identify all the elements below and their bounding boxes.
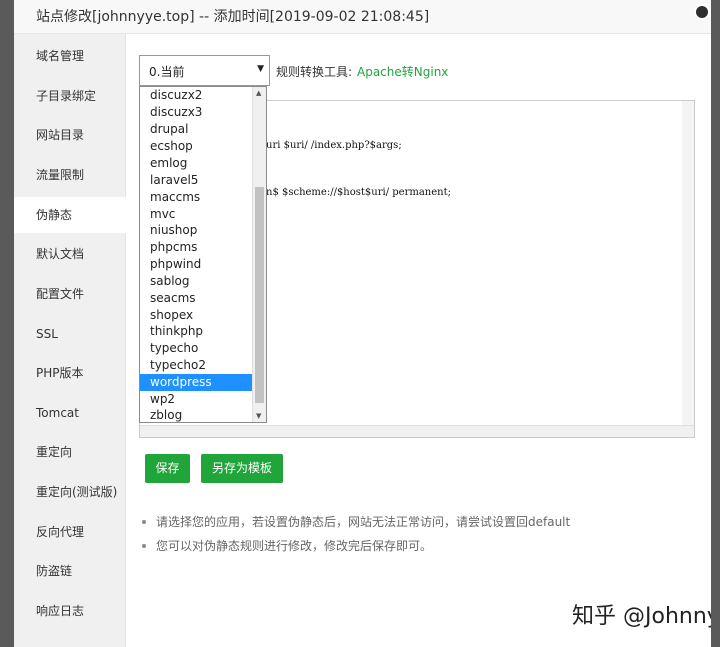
editor-horizontal-scrollbar[interactable]: [140, 425, 694, 437]
sidebar-item-default-doc[interactable]: 默认文档: [14, 236, 125, 272]
dropdown-option[interactable]: discuzx3: [140, 104, 253, 121]
dropdown-option[interactable]: laravel5: [140, 172, 253, 189]
scroll-down-icon[interactable]: ▼: [256, 412, 261, 420]
close-icon[interactable]: [694, 4, 710, 20]
dropdown-option[interactable]: thinkphp: [140, 323, 253, 340]
dropdown-scrollbar[interactable]: ▲ ▼: [252, 87, 266, 422]
bullet-icon: [142, 543, 146, 548]
dropdown-option[interactable]: niushop: [140, 222, 253, 239]
dropdown-option[interactable]: drupal: [140, 121, 253, 138]
sidebar-item-traffic-limit[interactable]: 流量限制: [14, 157, 125, 193]
sidebar-item-domain[interactable]: 域名管理: [14, 38, 125, 74]
apache-to-nginx-link[interactable]: Apache转Nginx: [357, 63, 448, 80]
save-as-template-button[interactable]: 另存为模板: [201, 454, 283, 483]
dropdown-option[interactable]: sablog: [140, 273, 253, 290]
rewrite-options-dropdown[interactable]: discuzx2 discuzx3 drupal ecshop emlog la…: [139, 86, 267, 423]
dropdown-option[interactable]: mvc: [140, 206, 253, 223]
convert-tool-label: 规则转换工具:: [276, 65, 353, 79]
select-value: 0.当前: [149, 65, 185, 79]
sidebar-item-config[interactable]: 配置文件: [14, 276, 125, 312]
dropdown-option[interactable]: ecshop: [140, 138, 253, 155]
dropdown-option[interactable]: seacms: [140, 290, 253, 307]
sidebar: 域名管理 子目录绑定 网站目录 流量限制 伪静态 默认文档 配置文件 SSL P…: [14, 34, 126, 647]
tip-item: 您可以对伪静态规则进行修改，修改完后保存即可。: [142, 537, 432, 554]
dialog-titlebar: 站点修改[johnnyye.top] -- 添加时间[2019-09-02 21…: [14, 0, 711, 34]
sidebar-item-php[interactable]: PHP版本: [14, 355, 125, 391]
tip-text: 请选择您的应用，若设置伪静态后，网站无法正常访问，请尝试设置回default: [156, 515, 571, 529]
editor-line: uri $uri/ /index.php?$args;: [266, 140, 402, 151]
dropdown-option[interactable]: emlog: [140, 155, 253, 172]
tip-item: 请选择您的应用，若设置伪静态后，网站无法正常访问，请尝试设置回default: [142, 513, 570, 530]
sidebar-item-subdir[interactable]: 子目录绑定: [14, 78, 125, 114]
watermark-text: 知乎 @Johnny: [572, 604, 711, 629]
dropdown-option[interactable]: phpwind: [140, 256, 253, 273]
dialog-title: 站点修改[johnnyye.top] -- 添加时间[2019-09-02 21…: [36, 9, 430, 25]
dropdown-option[interactable]: phpcms: [140, 239, 253, 256]
editor-line: n$ $scheme://$host$uri/ permanent;: [266, 187, 451, 198]
dropdown-option[interactable]: typecho2: [140, 357, 253, 374]
dropdown-option[interactable]: shopex: [140, 307, 253, 324]
site-edit-dialog: 站点修改[johnnyye.top] -- 添加时间[2019-09-02 21…: [14, 0, 711, 647]
save-button[interactable]: 保存: [145, 454, 190, 483]
dropdown-option[interactable]: zblog: [140, 407, 253, 422]
sidebar-item-hotlink[interactable]: 防盗链: [14, 553, 125, 589]
sidebar-item-ssl[interactable]: SSL: [14, 316, 125, 352]
sidebar-item-site-dir[interactable]: 网站目录: [14, 117, 125, 153]
sidebar-item-rewrite[interactable]: 伪静态: [14, 197, 126, 233]
sidebar-item-log[interactable]: 响应日志: [14, 593, 125, 629]
dropdown-option-highlighted[interactable]: wordpress: [140, 374, 253, 391]
dropdown-option[interactable]: discuzx2: [140, 87, 253, 104]
editor-vertical-scrollbar[interactable]: [682, 101, 694, 427]
dropdown-option[interactable]: typecho: [140, 340, 253, 357]
sidebar-item-redirect-beta[interactable]: 重定向(测试版): [14, 474, 125, 510]
sidebar-item-reverse-proxy[interactable]: 反向代理: [14, 514, 125, 550]
scroll-up-icon[interactable]: ▲: [256, 89, 261, 97]
rewrite-template-select[interactable]: 0.当前 ▼: [139, 55, 270, 86]
dropdown-option[interactable]: wp2: [140, 391, 253, 408]
scrollbar-thumb[interactable]: [255, 187, 264, 403]
dropdown-option[interactable]: maccms: [140, 189, 253, 206]
tip-text: 您可以对伪静态规则进行修改，修改完后保存即可。: [156, 539, 433, 553]
sidebar-item-redirect[interactable]: 重定向: [14, 434, 125, 470]
bullet-icon: [142, 519, 146, 524]
caret-down-icon: ▼: [257, 64, 264, 74]
sidebar-item-tomcat[interactable]: Tomcat: [14, 395, 125, 431]
